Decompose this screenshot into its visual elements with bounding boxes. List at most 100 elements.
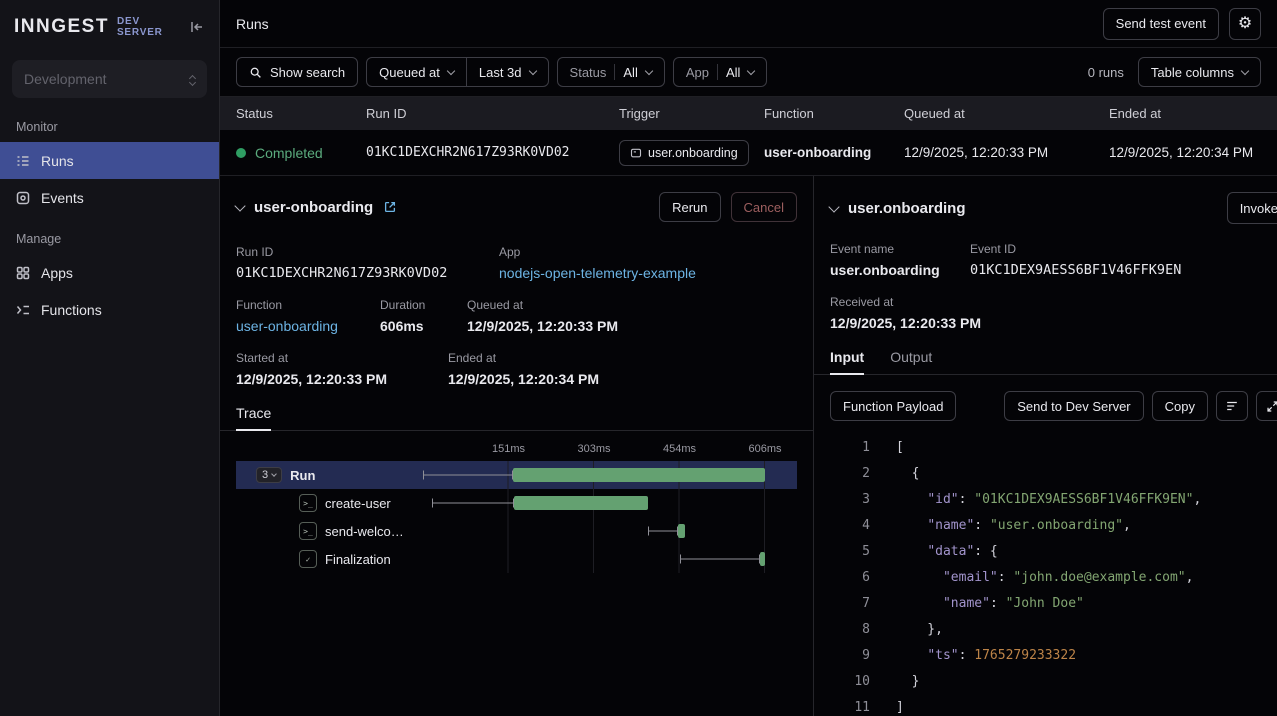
table-columns-dropdown[interactable]: Table columns: [1138, 57, 1261, 87]
event-payload-code[interactable]: 1[2 {3 "id": "01KC1DEX9AESS6BF1V46FFK9EN…: [830, 435, 1261, 716]
trigger-event-name: user.onboarding: [648, 146, 738, 160]
run-id-cell: 01KC1DEXCHR2N617Z93RK0VD02: [366, 145, 619, 160]
tab-output[interactable]: Output: [890, 349, 932, 374]
status-filter-label: Status: [570, 65, 607, 80]
runs-count: 0 runs: [1088, 65, 1124, 80]
ended-at-label: Ended at: [448, 351, 599, 365]
event-title: user.onboarding: [848, 200, 966, 217]
step-terminal-icon: >_: [299, 522, 317, 540]
trace-row[interactable]: >_send-welco…: [236, 517, 797, 545]
app-link[interactable]: nodejs-open-telemetry-example: [499, 265, 696, 281]
topbar: Runs Send test event ⚙: [220, 0, 1277, 48]
status-filter-dropdown[interactable]: Status All: [557, 57, 665, 87]
run-id-label: Run ID: [236, 245, 489, 259]
duration-label: Duration: [380, 298, 457, 312]
app-filter-label: App: [686, 65, 709, 80]
runs-icon: [15, 153, 31, 169]
trace-row-name: Finalization: [325, 552, 391, 567]
sidebar-item-apps[interactable]: Apps: [0, 254, 219, 291]
trace-wait-line: [648, 527, 678, 536]
trace-span-bar[interactable]: [760, 552, 765, 566]
code-line: 1[: [830, 435, 1261, 461]
run-details-panel: user-onboarding Rerun Cancel Run ID 01KC…: [220, 176, 813, 716]
word-wrap-button[interactable]: [1216, 391, 1248, 421]
sidebar-item-events[interactable]: Events: [0, 179, 219, 216]
cancel-button[interactable]: Cancel: [731, 192, 797, 222]
line-number: 7: [830, 591, 870, 617]
timeline-tick: 151ms: [492, 443, 525, 455]
trace-row[interactable]: >_ create-user: [236, 489, 797, 517]
expand-icon: [1266, 400, 1277, 413]
chevron-up-down-icon: [190, 73, 195, 85]
trace-waterfall: 151ms303ms454ms606ms 3Run>_create-user>_…: [236, 441, 797, 573]
tab-input[interactable]: Input: [830, 349, 864, 374]
chevron-down-icon: [447, 66, 455, 74]
external-link-icon[interactable]: [383, 200, 397, 214]
trace-span-bar[interactable]: [514, 496, 648, 510]
divider: [614, 64, 615, 80]
event-name-label: Event name: [830, 242, 960, 256]
run-id-value: 01KC1DEXCHR2N617Z93RK0VD02: [236, 265, 489, 281]
line-number: 3: [830, 487, 870, 513]
trigger-event-badge[interactable]: user.onboarding: [619, 140, 749, 166]
functions-icon: [15, 302, 31, 318]
environment-select[interactable]: Development: [12, 60, 207, 98]
line-number: 9: [830, 643, 870, 669]
trace-timeline-ruler: 151ms303ms454ms606ms: [423, 441, 765, 461]
sidebar-item-label: Apps: [41, 265, 73, 281]
chevron-down-icon: [528, 66, 536, 74]
settings-button[interactable]: ⚙: [1229, 8, 1261, 40]
line-number: 6: [830, 565, 870, 591]
run-status-cell: Completed: [236, 145, 366, 161]
collapse-event-details-icon[interactable]: [828, 201, 839, 212]
column-header-queued-at: Queued at: [904, 106, 1109, 121]
trace-row-name: create-user: [325, 496, 391, 511]
collapse-children-chip[interactable]: 3: [256, 467, 282, 483]
line-number: 8: [830, 617, 870, 643]
time-range-dropdown[interactable]: Last 3d: [466, 57, 549, 87]
code-line: 5 "data": {: [830, 539, 1261, 565]
ended-at-cell: 12/9/2025, 12:20:34 PM: [1109, 145, 1261, 160]
send-to-dev-server-button[interactable]: Send to Dev Server: [1004, 391, 1143, 421]
send-test-event-button[interactable]: Send test event: [1103, 8, 1219, 40]
trace-row[interactable]: 3Run: [236, 461, 797, 489]
started-at-value: 12/9/2025, 12:20:33 PM: [236, 371, 438, 387]
time-range-label: Last 3d: [479, 65, 522, 80]
app-filter-dropdown[interactable]: App All: [673, 57, 768, 87]
trigger-cell: user.onboarding: [619, 140, 764, 166]
tab-trace[interactable]: Trace: [236, 405, 271, 430]
show-search-button[interactable]: Show search: [236, 57, 358, 87]
table-row[interactable]: Completed 01KC1DEXCHR2N617Z93RK0VD02 use…: [220, 130, 1277, 176]
function-payload-chip: Function Payload: [830, 391, 956, 421]
expand-payload-button[interactable]: [1256, 391, 1277, 421]
column-header-run-id: Run ID: [366, 106, 619, 121]
trace-span-bar[interactable]: [678, 524, 685, 538]
queued-at-label: Queued at: [467, 298, 618, 312]
rerun-button[interactable]: Rerun: [659, 192, 720, 222]
sidebar: INNGEST DEV SERVER Development Monitor R…: [0, 0, 220, 716]
copy-button[interactable]: Copy: [1152, 391, 1208, 421]
queued-at-label: Queued at: [379, 65, 440, 80]
queued-at-dropdown[interactable]: Queued at: [366, 57, 467, 87]
code-line: 2 {: [830, 461, 1261, 487]
started-at-label: Started at: [236, 351, 438, 365]
step-terminal-icon: >_: [299, 494, 317, 512]
chevron-down-icon: [747, 66, 755, 74]
sidebar-item-functions[interactable]: Functions: [0, 291, 219, 328]
status-dot-icon: [236, 148, 246, 158]
trace-span-bar[interactable]: [513, 468, 765, 482]
function-link[interactable]: user-onboarding: [236, 318, 370, 334]
trace-row[interactable]: ✓Finalization: [236, 545, 797, 573]
run-title: user-onboarding: [254, 199, 373, 216]
event-id-label: Event ID: [970, 242, 1181, 256]
sidebar-item-runs[interactable]: Runs: [0, 142, 219, 179]
collapse-sidebar-icon[interactable]: [189, 19, 205, 35]
inngest-logo: INNGEST: [14, 16, 109, 38]
queued-at-cell: 12/9/2025, 12:20:33 PM: [904, 145, 1109, 160]
collapse-run-details-icon[interactable]: [234, 200, 245, 211]
invoke-button[interactable]: Invoke: [1227, 192, 1277, 224]
main-content: Runs Send test event ⚙ Show search Queue…: [220, 0, 1277, 716]
divider: [717, 64, 718, 80]
received-at-value: 12/9/2025, 12:20:33 PM: [830, 315, 981, 331]
sidebar-item-label: Events: [41, 190, 84, 206]
